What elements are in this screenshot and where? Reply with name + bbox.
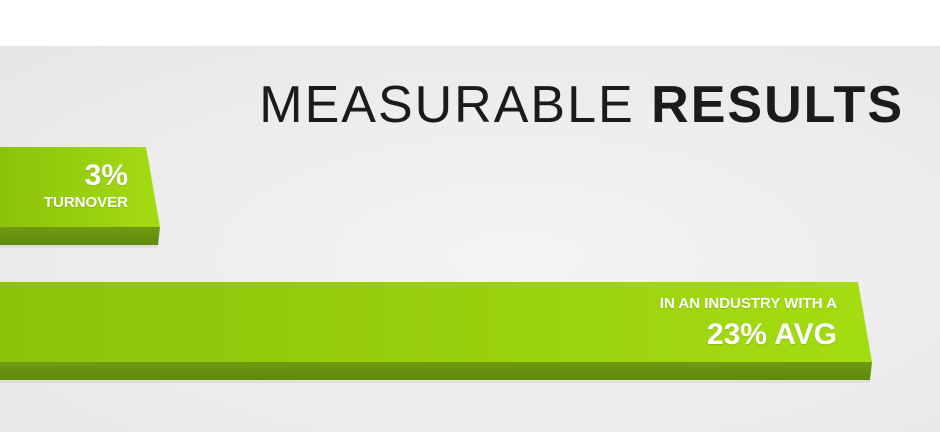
bar-shadow	[0, 245, 158, 248]
industry-value: 23% AVG	[706, 318, 837, 351]
bar-chart	[0, 147, 872, 383]
bar-depth	[0, 227, 160, 245]
bar-label-industry: IN AN INDUSTRY WITH A 23% AVG	[660, 295, 837, 351]
turnover-value: 3%	[84, 159, 128, 192]
bar-depth	[0, 362, 872, 380]
turnover-caption: TURNOVER	[43, 194, 128, 211]
industry-caption: IN AN INDUSTRY WITH A	[659, 295, 837, 312]
bar-shadow	[0, 380, 870, 383]
bar-label-turnover: 3% TURNOVER	[44, 160, 128, 212]
stage: MEASURABLE RESULTS 3% TURNOVER IN AN IND…	[0, 0, 940, 432]
